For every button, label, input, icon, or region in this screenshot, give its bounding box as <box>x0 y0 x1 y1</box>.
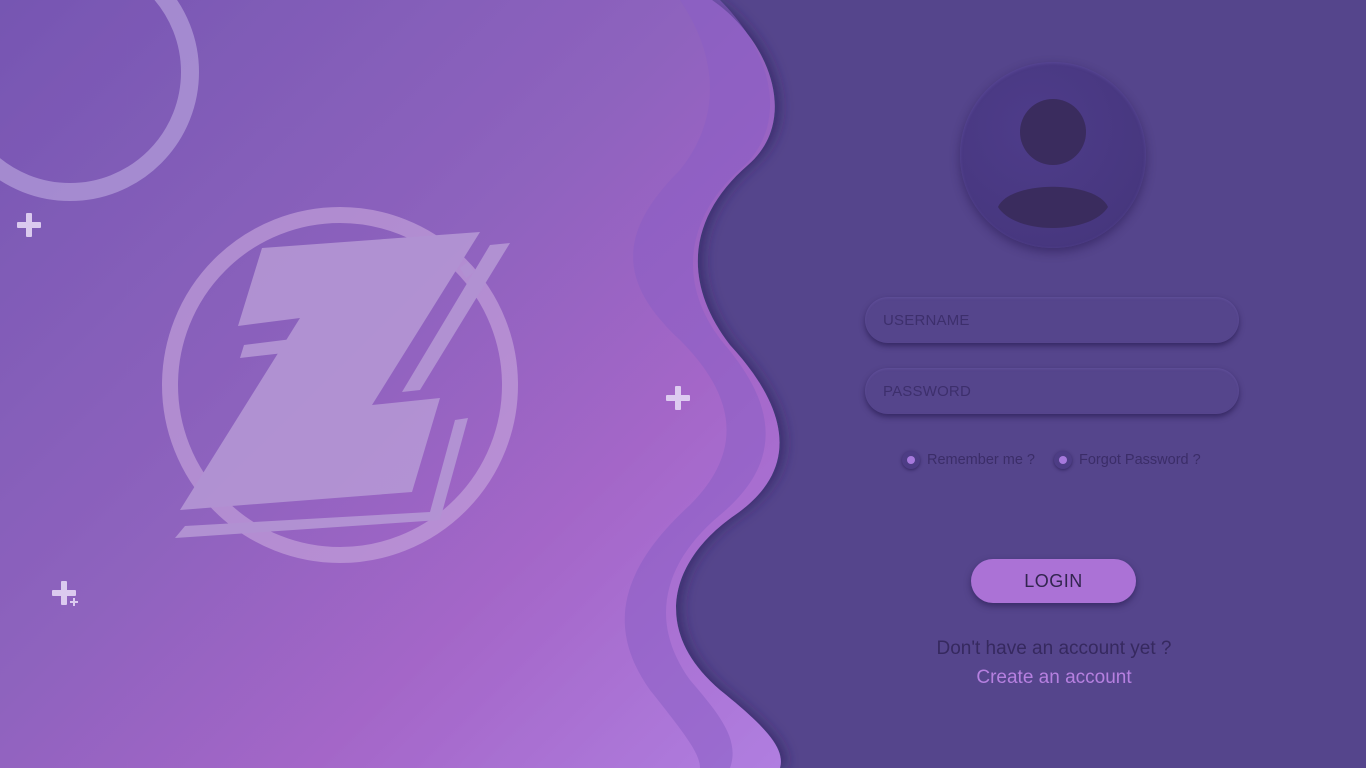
login-screen: Remember me ? Forgot Password ? LOGIN Do… <box>0 0 1366 768</box>
create-account-link[interactable]: Create an account <box>854 667 1254 689</box>
password-field[interactable] <box>865 368 1239 414</box>
remember-me-label: Remember me ? <box>927 452 1035 468</box>
password-input[interactable] <box>865 368 1239 414</box>
remember-me-option[interactable]: Remember me ? <box>902 450 1035 470</box>
avatar <box>960 62 1146 248</box>
forgot-password-option[interactable]: Forgot Password ? <box>1054 450 1201 470</box>
forgot-password-label: Forgot Password ? <box>1079 452 1201 468</box>
remember-me-radio[interactable] <box>902 451 920 469</box>
username-input[interactable] <box>865 297 1239 343</box>
forgot-password-radio[interactable] <box>1054 451 1072 469</box>
login-button[interactable]: LOGIN <box>971 559 1136 603</box>
signup-prompt: Don't have an account yet ? <box>936 638 1172 659</box>
username-field[interactable] <box>865 297 1239 343</box>
decorative-background <box>0 0 781 768</box>
user-silhouette-icon <box>998 99 1108 228</box>
